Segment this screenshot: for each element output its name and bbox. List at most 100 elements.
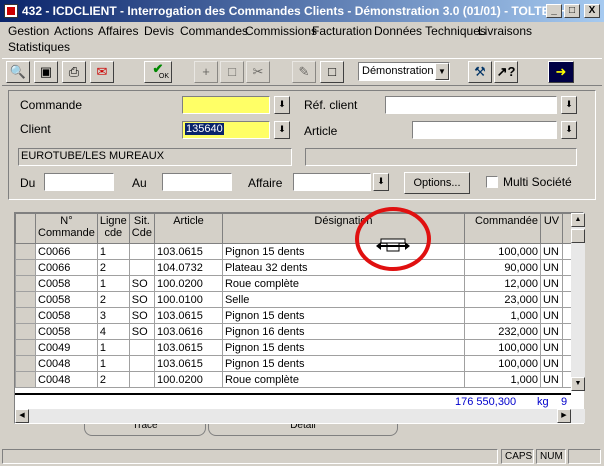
commande-dropdown[interactable]: ⬇	[274, 96, 290, 114]
search-button[interactable]: 🔍	[6, 61, 30, 83]
company-select[interactable]: Démonstration 3. ▼	[358, 62, 450, 81]
col-header-uv[interactable]: UV	[539, 213, 563, 244]
cell-commande: C0048	[35, 355, 98, 372]
menu-bar: Gestion Actions Affaires Devis Commandes…	[0, 22, 604, 56]
menu-devis[interactable]: Devis	[144, 24, 174, 38]
maximize-button[interactable]: □	[564, 4, 580, 18]
cell-sit: SO	[128, 323, 155, 340]
row-header[interactable]	[15, 371, 36, 388]
ref-client-dropdown[interactable]: ⬇	[561, 96, 577, 114]
minimize-button[interactable]: _	[546, 4, 562, 18]
options-button[interactable]: Options...	[404, 172, 470, 194]
du-date-field[interactable]	[44, 173, 114, 191]
tab-trace[interactable]: Tracé	[84, 424, 206, 436]
scroll-up-icon[interactable]: ▲	[571, 213, 585, 227]
menu-commandes[interactable]: Commandes	[180, 24, 248, 38]
client-value: 135640	[185, 123, 224, 135]
table-row[interactable]: C0058 4 SO 103.0616 Pignon 16 dents 232,000 UN	[15, 323, 580, 340]
article-field[interactable]	[412, 121, 557, 139]
row-header[interactable]	[15, 339, 36, 356]
print-button[interactable]: ⎙	[62, 61, 86, 83]
add-button[interactable]: +	[194, 61, 218, 83]
orders-grid: N° Commande Ligne cde Sit. Cde Article D…	[14, 212, 585, 424]
total-row: 176 550,300 kg 9	[15, 393, 571, 409]
table-row[interactable]: C0058 2 SO 100.0100 Selle 23,000 UN	[15, 291, 580, 308]
table-row[interactable]: C0048 2 100.0200 Roue complète 1,000 UN	[15, 371, 580, 388]
row-header[interactable]	[15, 291, 36, 308]
num-indicator: NUM	[536, 449, 566, 464]
client-field[interactable]: 135640	[182, 121, 270, 139]
multi-societe-label: Multi Société	[503, 175, 572, 189]
scroll-left-icon[interactable]: ◀	[15, 409, 29, 423]
article-dropdown[interactable]: ⬇	[561, 121, 577, 139]
page-button[interactable]: □	[320, 61, 344, 83]
menu-donnees-techniques[interactable]: Données Techniques	[374, 24, 486, 38]
tab-detail[interactable]: Détail	[208, 424, 398, 436]
cell-commande: C0058	[35, 275, 98, 292]
blank-button[interactable]: □	[220, 61, 244, 83]
tools-button[interactable]: ⚒	[468, 61, 492, 83]
ref-client-field[interactable]	[385, 96, 557, 114]
chevron-down-icon[interactable]: ▼	[435, 63, 449, 80]
table-row[interactable]: C0058 3 SO 103.0615 Pignon 15 dents 1,000 UN	[15, 307, 580, 324]
row-header[interactable]	[15, 355, 36, 372]
cell-article: 103.0615	[153, 307, 223, 324]
table-row[interactable]: C0066 1 103.0615 Pignon 15 dents 100,000 UN	[15, 243, 580, 260]
table-row[interactable]: C0048 1 103.0615 Pignon 15 dents 100,000 UN	[15, 355, 580, 372]
vertical-scrollbar[interactable]: ▲ ▼	[571, 213, 585, 391]
ok-button[interactable]: ✔ OK	[144, 61, 172, 83]
multi-societe-checkbox[interactable]	[486, 176, 498, 188]
client-dropdown[interactable]: ⬇	[274, 121, 290, 139]
cell-uv: UN	[539, 355, 563, 372]
menu-statistiques[interactable]: Statistiques	[8, 40, 70, 54]
scroll-thumb[interactable]	[571, 229, 585, 243]
cell-sit	[128, 339, 155, 356]
scroll-right-icon[interactable]: ▶	[557, 409, 571, 423]
edit-button[interactable]: ✎	[292, 61, 316, 83]
help-button[interactable]: ↗?	[494, 61, 518, 83]
row-header-corner	[15, 213, 36, 244]
cell-article: 103.0615	[153, 355, 223, 372]
col-header-ligne[interactable]: Ligne cde	[96, 213, 130, 244]
total-extra: 9	[561, 396, 568, 408]
menu-actions[interactable]: Actions	[54, 24, 93, 38]
menu-livraisons[interactable]: Livraisons	[478, 24, 532, 38]
menu-gestion[interactable]: Gestion	[8, 24, 49, 38]
menu-affaires[interactable]: Affaires	[98, 24, 138, 38]
table-row[interactable]: C0049 1 103.0615 Pignon 15 dents 100,000 UN	[15, 339, 580, 356]
row-header[interactable]	[15, 323, 36, 340]
col-header-commandee[interactable]: Commandée	[463, 213, 541, 244]
horizontal-scrollbar[interactable]: ◀ ▶	[15, 409, 585, 423]
page-icon: □	[328, 64, 336, 79]
status-extra	[568, 449, 601, 464]
affaire-field[interactable]	[293, 173, 371, 191]
commande-field[interactable]	[182, 96, 270, 114]
cell-sit	[128, 243, 155, 260]
cell-designation: Pignon 15 dents	[221, 307, 465, 324]
affaire-dropdown[interactable]: ⬇	[373, 173, 389, 191]
mail-button[interactable]: ✉	[90, 61, 114, 83]
cell-article: 100.0200	[153, 275, 223, 292]
scissors-icon: ✂	[252, 64, 264, 79]
menu-commissions[interactable]: Commissions	[245, 24, 317, 38]
col-header-commande[interactable]: N° Commande	[35, 213, 98, 244]
au-date-field[interactable]	[162, 173, 232, 191]
col-header-sit[interactable]: Sit. Cde	[128, 213, 155, 244]
col-header-article[interactable]: Article	[153, 213, 223, 244]
table-row[interactable]: C0058 1 SO 100.0200 Roue complète 12,000 UN	[15, 275, 580, 292]
row-header[interactable]	[15, 275, 36, 292]
scroll-down-icon[interactable]: ▼	[571, 377, 585, 391]
row-header[interactable]	[15, 259, 36, 276]
cell-uv: UN	[539, 307, 563, 324]
cell-designation: Roue complète	[221, 275, 465, 292]
cell-commande: C0058	[35, 291, 98, 308]
exit-button[interactable]: ➜	[548, 61, 574, 83]
row-header[interactable]	[15, 307, 36, 324]
camera-button[interactable]: ▣	[34, 61, 58, 83]
client-name-field: EUROTUBE/LES MUREAUX	[18, 148, 292, 166]
menu-facturation[interactable]: Facturation	[312, 24, 372, 38]
row-header[interactable]	[15, 243, 36, 260]
close-button[interactable]: X	[584, 4, 600, 18]
cut-button[interactable]: ✂	[246, 61, 270, 83]
table-row[interactable]: C0066 2 104.0732 Plateau 32 dents 90,000 UN	[15, 259, 580, 276]
